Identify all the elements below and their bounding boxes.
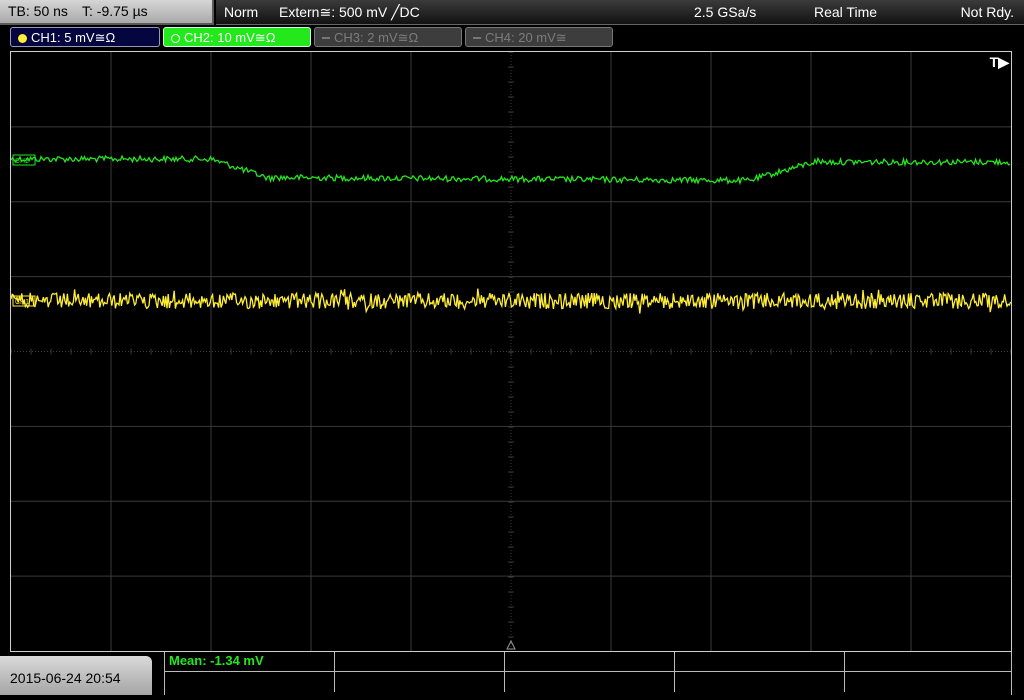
measurement-cell-2[interactable] bbox=[335, 652, 505, 672]
measurement-cell-4[interactable] bbox=[675, 652, 845, 672]
measurement-cell-8[interactable] bbox=[505, 672, 675, 692]
trigger-position-marker: T▶ bbox=[989, 54, 1009, 70]
trigger-time-marker-icon bbox=[506, 639, 516, 650]
date-time-box: 2015-06-24 20:54 bbox=[0, 656, 152, 695]
channel-2-label: CH2: 10 mV≅Ω bbox=[184, 30, 276, 45]
sample-rate: 2.5 GSa/s bbox=[694, 4, 757, 20]
channel-3-off-icon bbox=[322, 37, 330, 39]
status-bar: TB: 50 ns T: -9.75 µs Norm Extern≅: 500 … bbox=[0, 0, 1024, 25]
waveform-canvas: CH2 CH1 bbox=[11, 52, 1011, 651]
channel-1-indicator-icon bbox=[18, 34, 27, 43]
measurement-cell-6[interactable] bbox=[165, 672, 335, 692]
measurement-cell-7[interactable] bbox=[335, 672, 505, 692]
measurement-mean: Mean: -1.34 mV bbox=[169, 653, 264, 668]
acquisition-mode: Real Time bbox=[814, 4, 878, 20]
tab-channel-1[interactable]: CH1: 5 mV≅Ω bbox=[10, 27, 160, 47]
channel-4-off-icon bbox=[473, 37, 481, 39]
measurement-cell-5[interactable] bbox=[845, 652, 1011, 672]
waveform-display[interactable]: CH2 CH1 T▶ bbox=[10, 51, 1012, 652]
trigger-time-value: T: -9.75 µs bbox=[82, 3, 148, 19]
trigger-mode: Norm bbox=[224, 4, 259, 20]
tab-channel-2[interactable]: CH2: 10 mV≅Ω bbox=[163, 27, 311, 47]
tab-channel-4[interactable]: CH4: 20 mV≅ bbox=[465, 27, 613, 47]
channel-2-indicator-icon bbox=[171, 34, 180, 43]
acquisition-status: Not Rdy. bbox=[960, 4, 1014, 20]
channel-4-label: CH4: 20 mV≅ bbox=[485, 30, 567, 45]
channel-3-label: CH3: 2 mV≅Ω bbox=[334, 30, 419, 45]
trigger-info-bar[interactable]: Norm Extern≅: 500 mV ╱DC 2.5 GSa/s Real … bbox=[216, 0, 1024, 25]
svg-text:CH2: CH2 bbox=[15, 158, 29, 165]
channel-1-label: CH1: 5 mV≅Ω bbox=[31, 30, 116, 45]
measurement-cell-10[interactable] bbox=[845, 672, 1011, 692]
timebase-box[interactable]: TB: 50 ns T: -9.75 µs bbox=[0, 0, 214, 25]
measurement-cell-3[interactable] bbox=[505, 652, 675, 672]
date-time: 2015-06-24 20:54 bbox=[10, 670, 121, 686]
trigger-source: Extern≅: 500 mV ╱DC bbox=[279, 4, 420, 20]
measurement-cell-9[interactable] bbox=[675, 672, 845, 692]
timebase-value: TB: 50 ns bbox=[8, 3, 68, 19]
measurement-table[interactable]: Mean: -1.34 mV bbox=[164, 652, 1012, 695]
measurement-cell-1[interactable]: Mean: -1.34 mV bbox=[165, 652, 335, 672]
svg-text:CH1: CH1 bbox=[15, 299, 29, 306]
tab-channel-3[interactable]: CH3: 2 mV≅Ω bbox=[314, 27, 462, 47]
